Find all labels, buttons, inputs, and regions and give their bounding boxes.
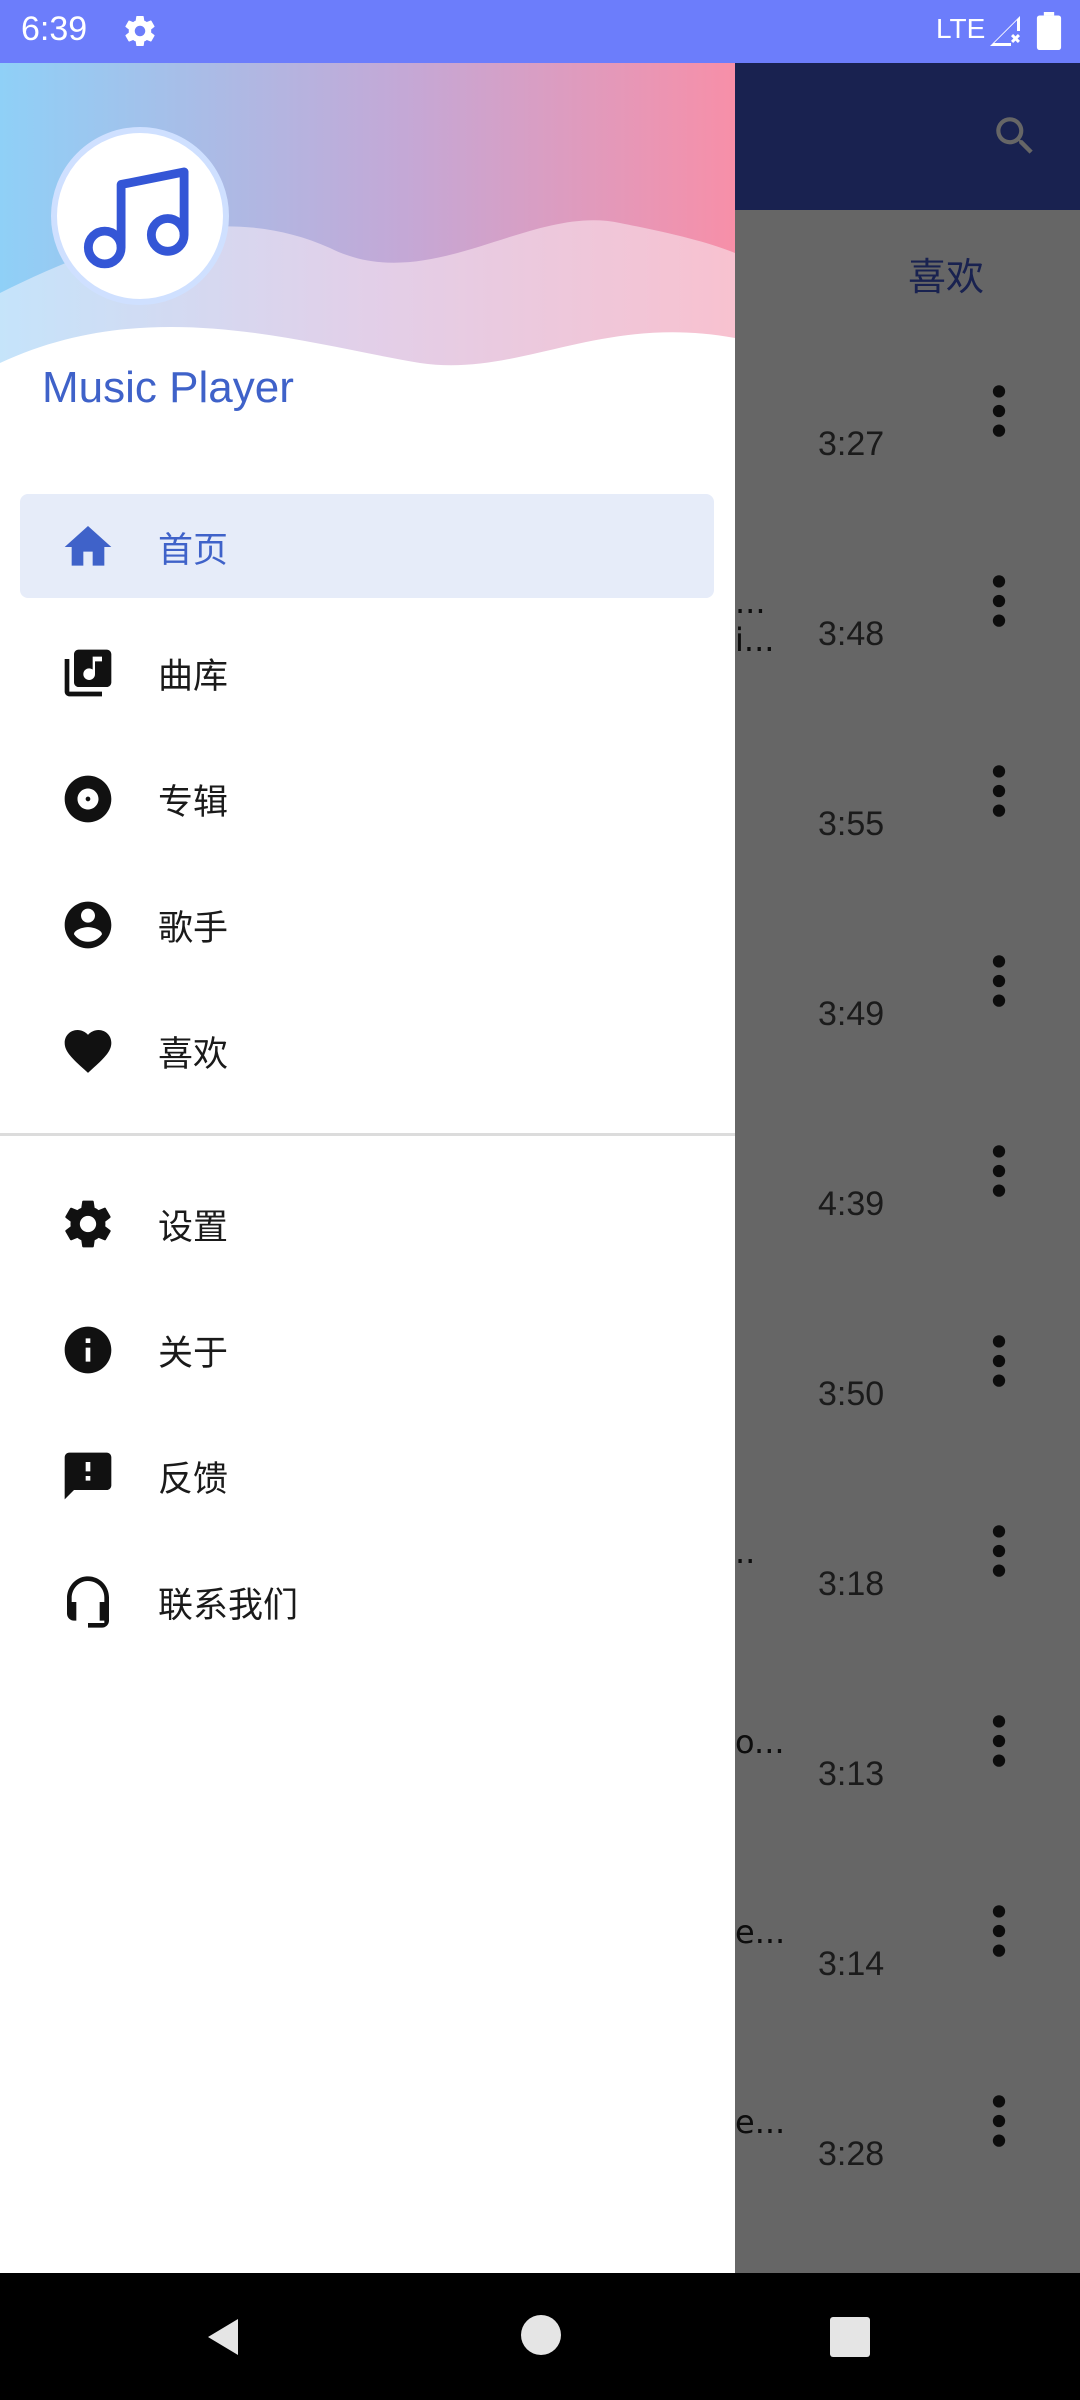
heart-icon: [64, 1030, 112, 1073]
nav-item-contact[interactable]: 联系我们: [20, 1549, 714, 1653]
system-nav-bar: [0, 2273, 1080, 2400]
navigation-drawer: Music Player 首页 曲库 专辑 歌手 喜欢 设置 关于 反馈 联系我…: [0, 63, 735, 2273]
app-name: Music Player: [42, 363, 294, 412]
library-music-icon: [64, 649, 112, 697]
drawer-header: Music Player: [0, 63, 735, 463]
nav-label: 设置: [158, 1208, 229, 1248]
nav-item-artists[interactable]: 歌手: [20, 872, 714, 976]
nav-label: 歌手: [158, 909, 229, 949]
headset-icon: [67, 1576, 109, 1628]
gear-icon: [125, 16, 155, 47]
status-time: 6:39: [21, 10, 88, 48]
battery-icon: [1036, 12, 1062, 50]
nav-item-feedback[interactable]: 反馈: [20, 1423, 714, 1527]
home-button[interactable]: [521, 2315, 561, 2355]
nav-item-library[interactable]: 曲库: [20, 620, 714, 724]
recents-button[interactable]: [830, 2317, 870, 2357]
signal-icon: [990, 16, 1020, 46]
nav-label: 首页: [158, 531, 229, 571]
back-icon[interactable]: [200, 2313, 248, 2361]
nav-item-favorites[interactable]: 喜欢: [20, 998, 714, 1102]
network-type: LTE: [936, 13, 986, 44]
nav-label: 关于: [158, 1334, 229, 1374]
nav-label: 反馈: [158, 1460, 229, 1500]
nav-label: 曲库: [158, 657, 229, 697]
album-icon: [64, 775, 112, 823]
app-logo-avatar: [51, 127, 229, 305]
nav-label: 专辑: [158, 783, 229, 823]
nav-label: 喜欢: [158, 1035, 229, 1075]
nav-item-about[interactable]: 关于: [20, 1297, 714, 1401]
nav-item-settings[interactable]: 设置: [20, 1171, 714, 1275]
gear-icon: [65, 1200, 111, 1248]
status-bar: 6:39 LTE: [0, 0, 1080, 63]
feedback-icon: [64, 1452, 112, 1500]
home-icon: [64, 526, 112, 566]
info-icon: [64, 1326, 112, 1374]
nav-item-home[interactable]: 首页: [20, 494, 714, 598]
artist-icon: [64, 901, 112, 949]
nav-label: 联系我们: [158, 1586, 299, 1626]
music-note-icon: [83, 167, 189, 269]
nav-item-albums[interactable]: 专辑: [20, 746, 714, 850]
drawer-divider: [0, 1133, 735, 1136]
